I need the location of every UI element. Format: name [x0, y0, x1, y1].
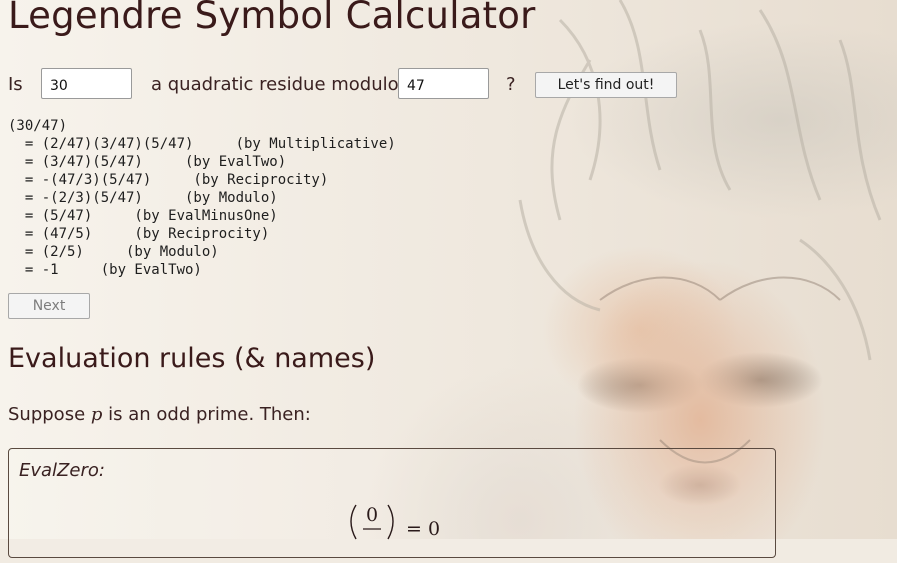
- output-line: = (47/5) (by Reciprocity): [8, 226, 270, 242]
- output-line: = (5/47) (by EvalMinusOne): [8, 208, 278, 224]
- computation-output: (30/47) = (2/47)(3/47)(5/47) (by Multipl…: [8, 117, 396, 279]
- rule-formula: 0 = 0: [344, 499, 464, 559]
- right-paren-icon: [387, 504, 394, 540]
- page-title: Legendre Symbol Calculator: [8, 0, 536, 37]
- find-out-button[interactable]: Let's find out!: [535, 72, 677, 98]
- rules-intro: Suppose p is an odd prime. Then:: [8, 404, 311, 425]
- output-line: = -(47/3)(5/47) (by Reciprocity): [8, 172, 329, 188]
- middle-label: a quadratic residue modulo: [151, 74, 399, 95]
- intro-variable: p: [90, 404, 103, 425]
- is-label: Is: [8, 74, 23, 95]
- question-mark: ?: [506, 74, 516, 95]
- a-input[interactable]: [41, 68, 132, 99]
- left-paren-icon: [350, 504, 357, 540]
- p-input[interactable]: [398, 68, 489, 99]
- query-form: Is a quadratic residue modulo ? Let's fi…: [8, 68, 708, 101]
- formula-numerator: 0: [366, 504, 378, 526]
- output-line: = (2/47)(3/47)(5/47) (by Multiplicative): [8, 136, 396, 152]
- rule-card-evalzero: EvalZero: 0 = 0: [8, 448, 776, 558]
- output-line: (30/47): [8, 118, 68, 134]
- rules-heading: Evaluation rules (& names): [8, 343, 376, 374]
- formula-rhs: = 0: [406, 518, 440, 540]
- intro-text-after: is an odd prime. Then:: [108, 404, 311, 425]
- output-line: = -(2/3)(5/47) (by Modulo): [8, 190, 278, 206]
- intro-text-before: Suppose: [8, 404, 86, 425]
- rule-name: EvalZero:: [19, 460, 105, 481]
- output-line: = -1 (by EvalTwo): [8, 262, 202, 278]
- output-line: = (3/47)(5/47) (by EvalTwo): [8, 154, 287, 170]
- output-line: = (2/5) (by Modulo): [8, 244, 219, 260]
- next-button[interactable]: Next: [8, 293, 90, 319]
